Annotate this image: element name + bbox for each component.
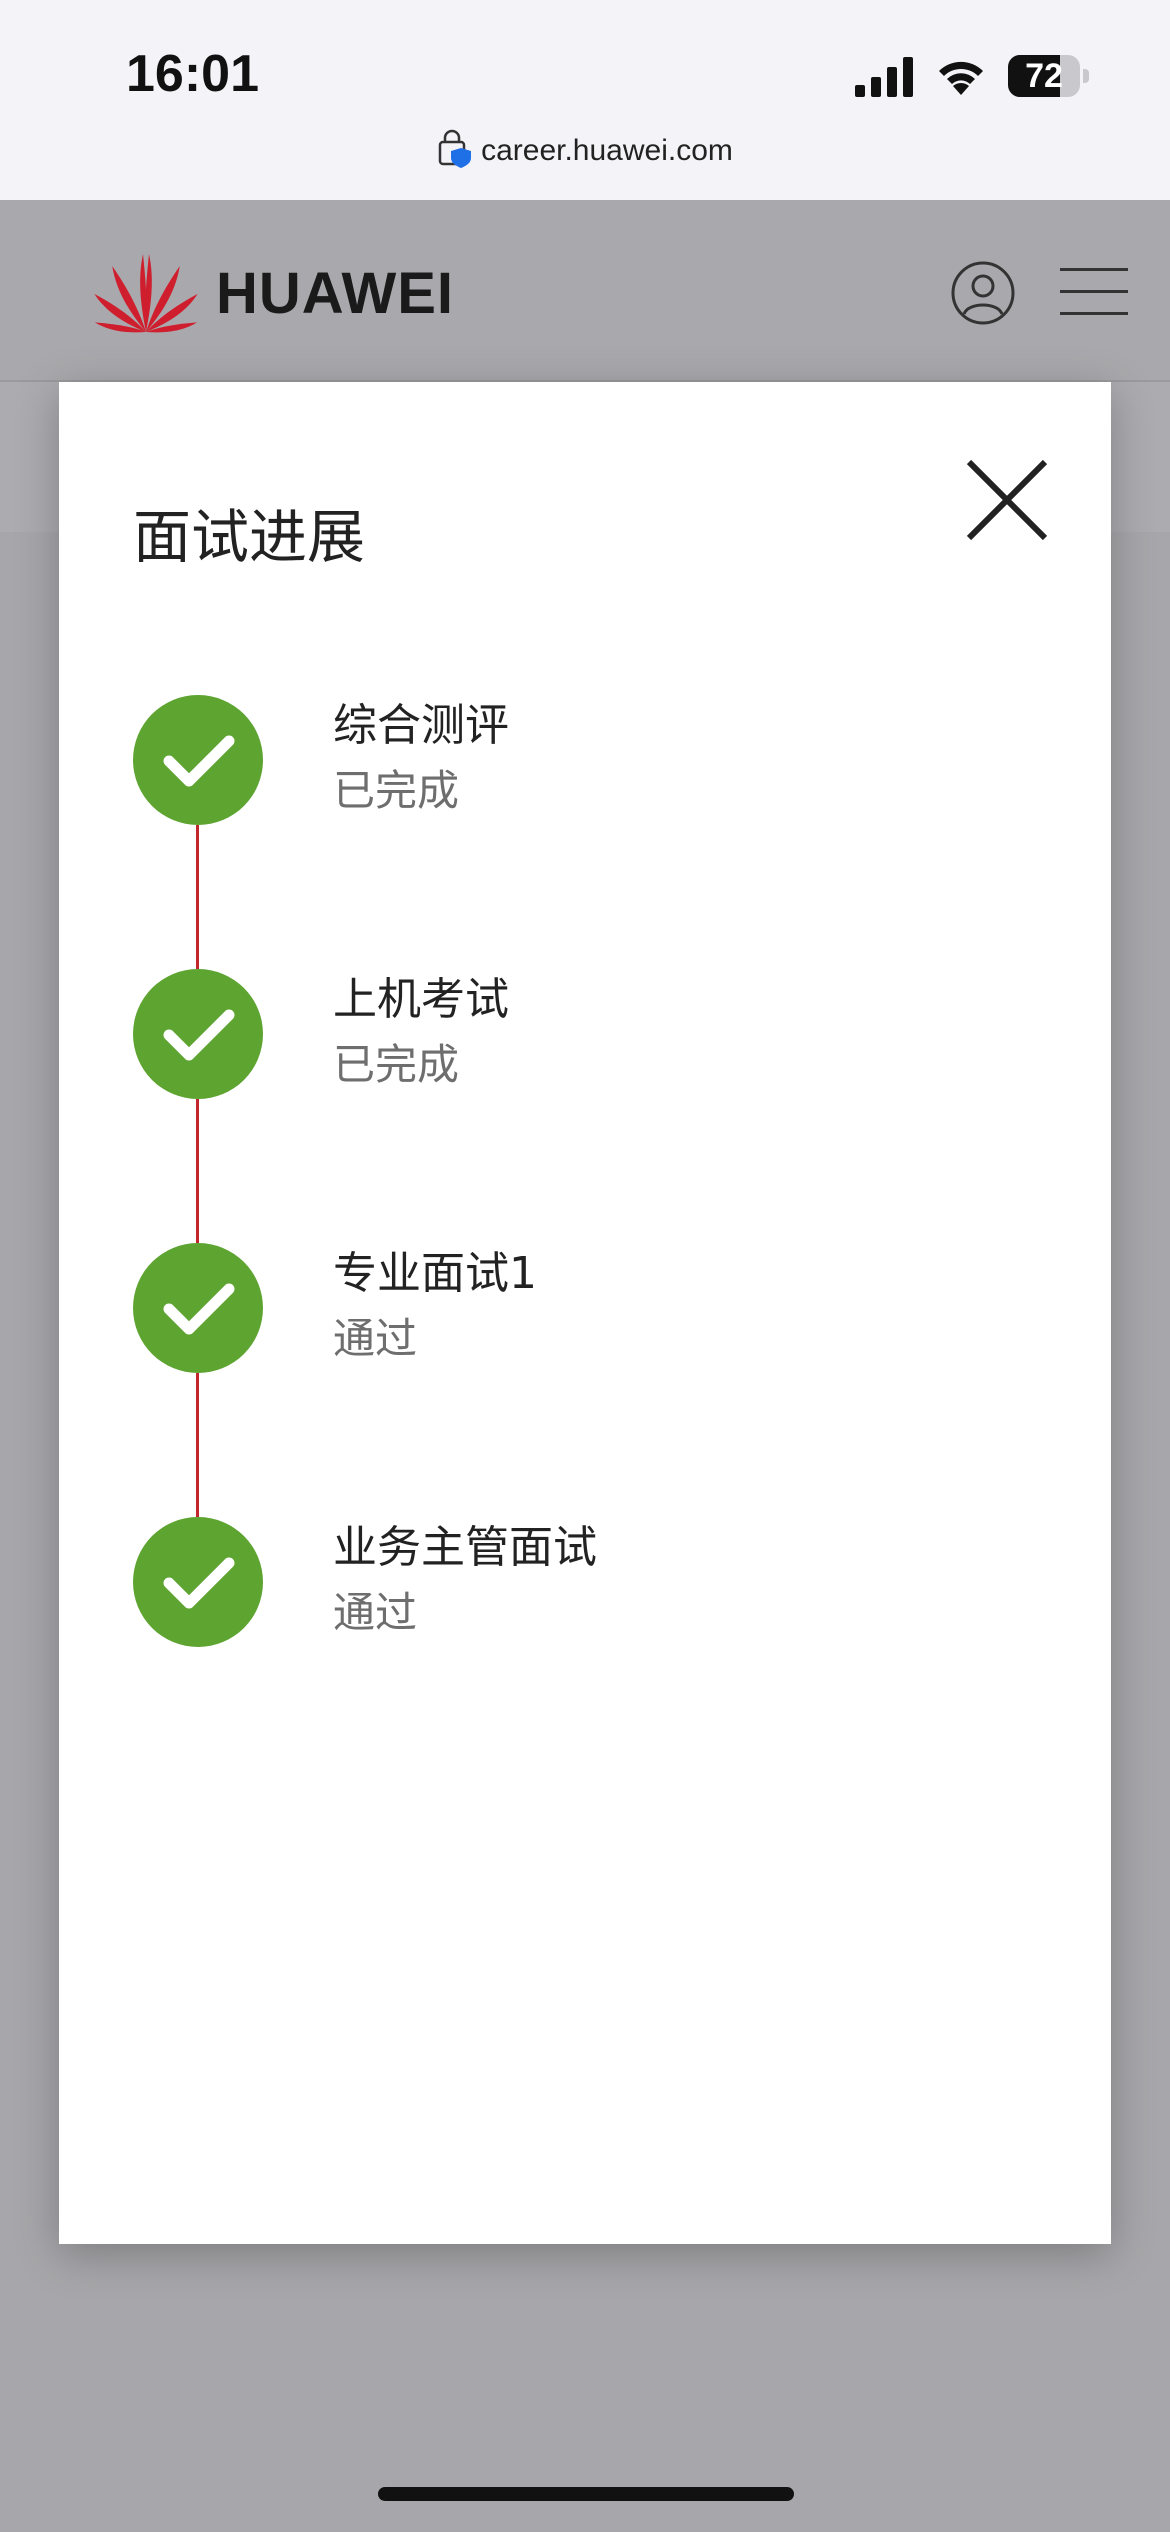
status-bar: 16:01 72 career.huawei.com xyxy=(0,0,1170,200)
step-complete-badge xyxy=(133,1243,263,1373)
interview-progress-modal: 面试进展 综合测评 已完成 上机考试 已完成 专业面试1 通过 业务主管面试 通… xyxy=(59,382,1111,2244)
step-name: 上机考试 xyxy=(333,974,509,1025)
battery-percentage: 72 xyxy=(1025,57,1063,95)
close-icon[interactable] xyxy=(959,452,1055,548)
huawei-flower-icon xyxy=(94,254,198,333)
hamburger-menu-icon[interactable] xyxy=(1060,264,1128,320)
wifi-icon xyxy=(939,61,983,95)
step-status: 已完成 xyxy=(333,766,460,815)
checkmark-icon xyxy=(163,1557,235,1609)
site-header: HUAWEI xyxy=(0,200,1170,382)
user-account-icon[interactable] xyxy=(950,260,1016,326)
timeline-connector xyxy=(196,825,199,969)
step-complete-badge xyxy=(133,1517,263,1647)
lock-shield-icon xyxy=(438,129,472,168)
address-bar[interactable]: career.huawei.com xyxy=(0,128,1170,168)
timeline-step: 专业面试1 通过 xyxy=(133,1243,1033,1373)
step-name: 综合测评 xyxy=(333,700,509,751)
timeline-step: 上机考试 已完成 xyxy=(133,969,1033,1099)
battery-icon: 72 xyxy=(1008,55,1090,97)
checkmark-icon xyxy=(163,735,235,787)
timeline-step: 业务主管面试 通过 xyxy=(133,1517,1033,1647)
timeline-connector xyxy=(196,1373,199,1517)
url-text: career.huawei.com xyxy=(481,134,733,167)
status-time: 16:01 xyxy=(126,45,259,103)
brand-name: HUAWEI xyxy=(216,260,454,326)
timeline-connector xyxy=(196,1099,199,1243)
home-indicator[interactable] xyxy=(378,2487,794,2501)
huawei-logo[interactable]: HUAWEI xyxy=(90,248,454,338)
step-complete-badge xyxy=(133,969,263,1099)
timeline-step: 综合测评 已完成 xyxy=(133,695,1033,825)
step-name: 业务主管面试 xyxy=(333,1522,597,1573)
step-status: 已完成 xyxy=(333,1040,460,1089)
step-complete-badge xyxy=(133,695,263,825)
checkmark-icon xyxy=(163,1009,235,1061)
modal-title: 面试进展 xyxy=(133,503,366,571)
step-name: 专业面试1 xyxy=(333,1248,537,1299)
step-status: 通过 xyxy=(333,1588,418,1637)
step-status: 通过 xyxy=(333,1314,418,1363)
cellular-signal-icon xyxy=(855,57,913,97)
checkmark-icon xyxy=(163,1283,235,1335)
